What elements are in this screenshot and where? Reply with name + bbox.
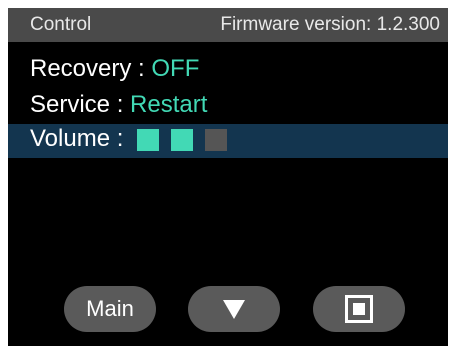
- menu-item-service-text: Service : Restart: [30, 91, 207, 119]
- service-label: Service :: [30, 91, 131, 118]
- recovery-value: OFF: [151, 55, 200, 82]
- triangle-down-icon: [223, 300, 245, 319]
- menu-item-service[interactable]: Service : Restart: [8, 90, 448, 124]
- menu-item-recovery[interactable]: Recovery : OFF: [8, 54, 448, 88]
- volume-level-box-3: [205, 129, 227, 151]
- down-button[interactable]: [188, 286, 280, 332]
- select-button[interactable]: [313, 286, 405, 332]
- main-button[interactable]: Main: [64, 286, 156, 332]
- recovery-label: Recovery :: [30, 55, 152, 82]
- square-select-icon: [345, 295, 373, 323]
- volume-level-box-2: [171, 129, 193, 151]
- menu-item-volume[interactable]: Volume :: [8, 124, 448, 158]
- header-title: Control: [30, 14, 92, 35]
- firmware-version: Firmware version: 1.2.300: [220, 14, 440, 35]
- volume-label: Volume :: [30, 125, 124, 152]
- service-value: Restart: [130, 91, 208, 118]
- menu-item-recovery-text: Recovery : OFF: [30, 55, 199, 83]
- device-screen: Control Firmware version: 1.2.300 Recove…: [8, 8, 448, 346]
- header-bar: Control Firmware version: 1.2.300: [8, 8, 448, 42]
- volume-level-box-1: [137, 129, 159, 151]
